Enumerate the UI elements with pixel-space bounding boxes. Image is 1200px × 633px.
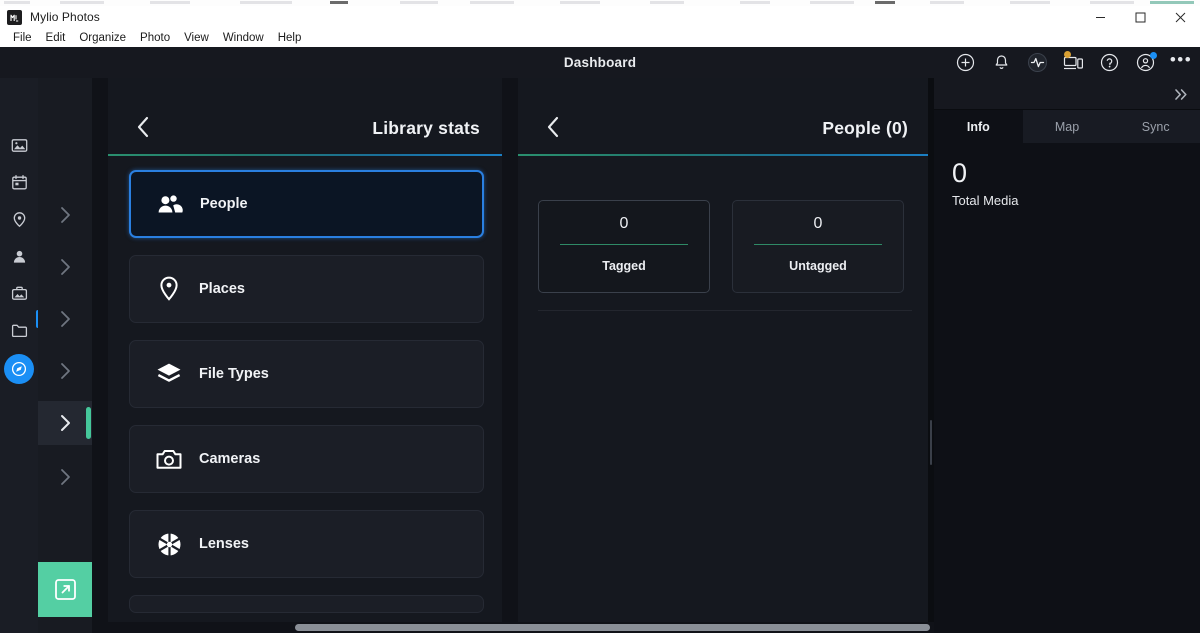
library-stats-title: Library stats [372, 118, 480, 139]
sidebar-item-calendar[interactable] [4, 167, 34, 197]
mylio-logo-icon [7, 10, 22, 25]
stat-row-cameras[interactable]: Cameras [129, 425, 484, 493]
panel-accent-rule [518, 154, 930, 156]
info-side-panel: Info Map Sync 0 Total Media [934, 78, 1200, 633]
sidebar-item-places[interactable] [4, 204, 34, 234]
total-media-label: Total Media [952, 193, 1200, 208]
activity-pulse-icon[interactable] [1026, 52, 1048, 74]
account-circle-icon[interactable] [1134, 52, 1156, 74]
stat-row-people[interactable]: People [129, 170, 484, 238]
stat-card-label: Untagged [789, 259, 847, 273]
open-external-button[interactable] [38, 562, 92, 617]
notifications-bell-icon[interactable] [990, 52, 1012, 74]
menu-item-organize[interactable]: Organize [72, 30, 133, 46]
back-chevron-icon[interactable] [132, 116, 154, 138]
expand-chevron-2[interactable] [38, 245, 92, 289]
window-controls [1080, 6, 1200, 28]
sidebar-item-dashboard[interactable] [4, 354, 34, 384]
stat-card-untagged[interactable]: 0 Untagged [732, 200, 904, 293]
people-panel-header: People (0) [518, 78, 930, 156]
stat-row-places[interactable]: Places [129, 255, 484, 323]
info-panel-body: 0 Total Media [934, 143, 1200, 208]
menu-item-view[interactable]: View [177, 30, 216, 46]
stat-card-tagged[interactable]: 0 Tagged [538, 200, 710, 293]
app-header: Dashboard [0, 47, 1200, 78]
expand-chevron-5[interactable] [38, 401, 92, 445]
people-icon [153, 193, 187, 215]
expand-chevron-3[interactable] [38, 297, 92, 341]
help-circle-icon[interactable] [1098, 52, 1120, 74]
collapse-right-icon[interactable] [1172, 85, 1190, 103]
sidebar-item-people[interactable] [4, 241, 34, 271]
sidebar-item-photos[interactable] [4, 130, 34, 160]
stat-row-label: Cameras [199, 451, 260, 467]
minimize-icon[interactable] [1080, 6, 1120, 28]
close-icon[interactable] [1160, 6, 1200, 28]
library-stats-list: People Places File Typ [108, 156, 502, 633]
total-media-value: 0 [952, 161, 1200, 187]
menu-item-edit[interactable]: Edit [39, 30, 73, 46]
library-stats-panel: Library stats People [108, 78, 502, 633]
section-active-marker [86, 407, 91, 439]
stat-row-label: Lenses [199, 536, 249, 552]
stat-row-label: File Types [199, 366, 269, 382]
splitter-grip[interactable] [930, 420, 932, 465]
account-status-badge [1150, 52, 1157, 59]
expand-chevron-4[interactable] [38, 349, 92, 393]
stat-row-label: People [200, 196, 248, 212]
tab-sync[interactable]: Sync [1111, 110, 1200, 143]
expand-chevron-1[interactable] [38, 193, 92, 237]
stat-card-divider [754, 244, 882, 245]
menu-bar: File Edit Organize Photo View Window Hel… [0, 28, 1200, 47]
application-window: Mylio Photos File Edit Organize Photo Vi… [0, 0, 1200, 633]
devices-icon[interactable] [1062, 52, 1084, 74]
more-options-icon[interactable]: ••• [1170, 52, 1192, 74]
header-action-icons: ••• [954, 47, 1192, 78]
info-panel-tabs: Info Map Sync [934, 110, 1200, 143]
stat-card-value: 0 [620, 215, 629, 233]
maximize-icon[interactable] [1120, 6, 1160, 28]
info-panel-collapse-row [934, 78, 1200, 110]
menu-item-help[interactable]: Help [271, 30, 309, 46]
tab-map[interactable]: Map [1023, 110, 1112, 143]
app-title: Mylio Photos [30, 10, 100, 24]
library-stats-header: Library stats [108, 78, 502, 156]
expand-chevron-6[interactable] [38, 455, 92, 499]
people-stat-cards: 0 Tagged 0 Untagged [538, 200, 904, 293]
menu-item-file[interactable]: File [6, 30, 39, 46]
devices-status-badge [1064, 51, 1071, 58]
stat-row-label: Places [199, 281, 245, 297]
horizontal-scrollbar-thumb[interactable] [295, 624, 930, 631]
camera-icon [152, 448, 186, 471]
stat-card-value: 0 [814, 215, 823, 233]
tab-info[interactable]: Info [934, 110, 1023, 143]
back-chevron-icon[interactable] [542, 116, 564, 138]
primary-navigation-rail [0, 78, 38, 633]
more-options-glyph: ••• [1170, 51, 1192, 74]
map-pin-icon [152, 276, 186, 302]
collapsed-section-column [38, 78, 92, 633]
layers-icon [152, 362, 186, 387]
people-panel: People (0) 0 Tagged 0 Untagged [518, 78, 930, 633]
stat-card-divider [560, 244, 688, 245]
stat-row-lenses[interactable]: Lenses [129, 510, 484, 578]
sidebar-item-folders[interactable] [4, 315, 34, 345]
sidebar-item-media-case[interactable] [4, 278, 34, 308]
aperture-icon [152, 532, 186, 557]
stat-card-label: Tagged [602, 259, 646, 273]
stat-row-file-types[interactable]: File Types [129, 340, 484, 408]
add-circle-icon[interactable] [954, 52, 976, 74]
window-title-bar: Mylio Photos [0, 6, 1200, 28]
people-panel-separator [538, 310, 912, 311]
menu-item-photo[interactable]: Photo [133, 30, 177, 46]
menu-item-window[interactable]: Window [216, 30, 271, 46]
stat-row-next-partial[interactable] [129, 595, 484, 613]
people-panel-title: People (0) [822, 118, 908, 139]
